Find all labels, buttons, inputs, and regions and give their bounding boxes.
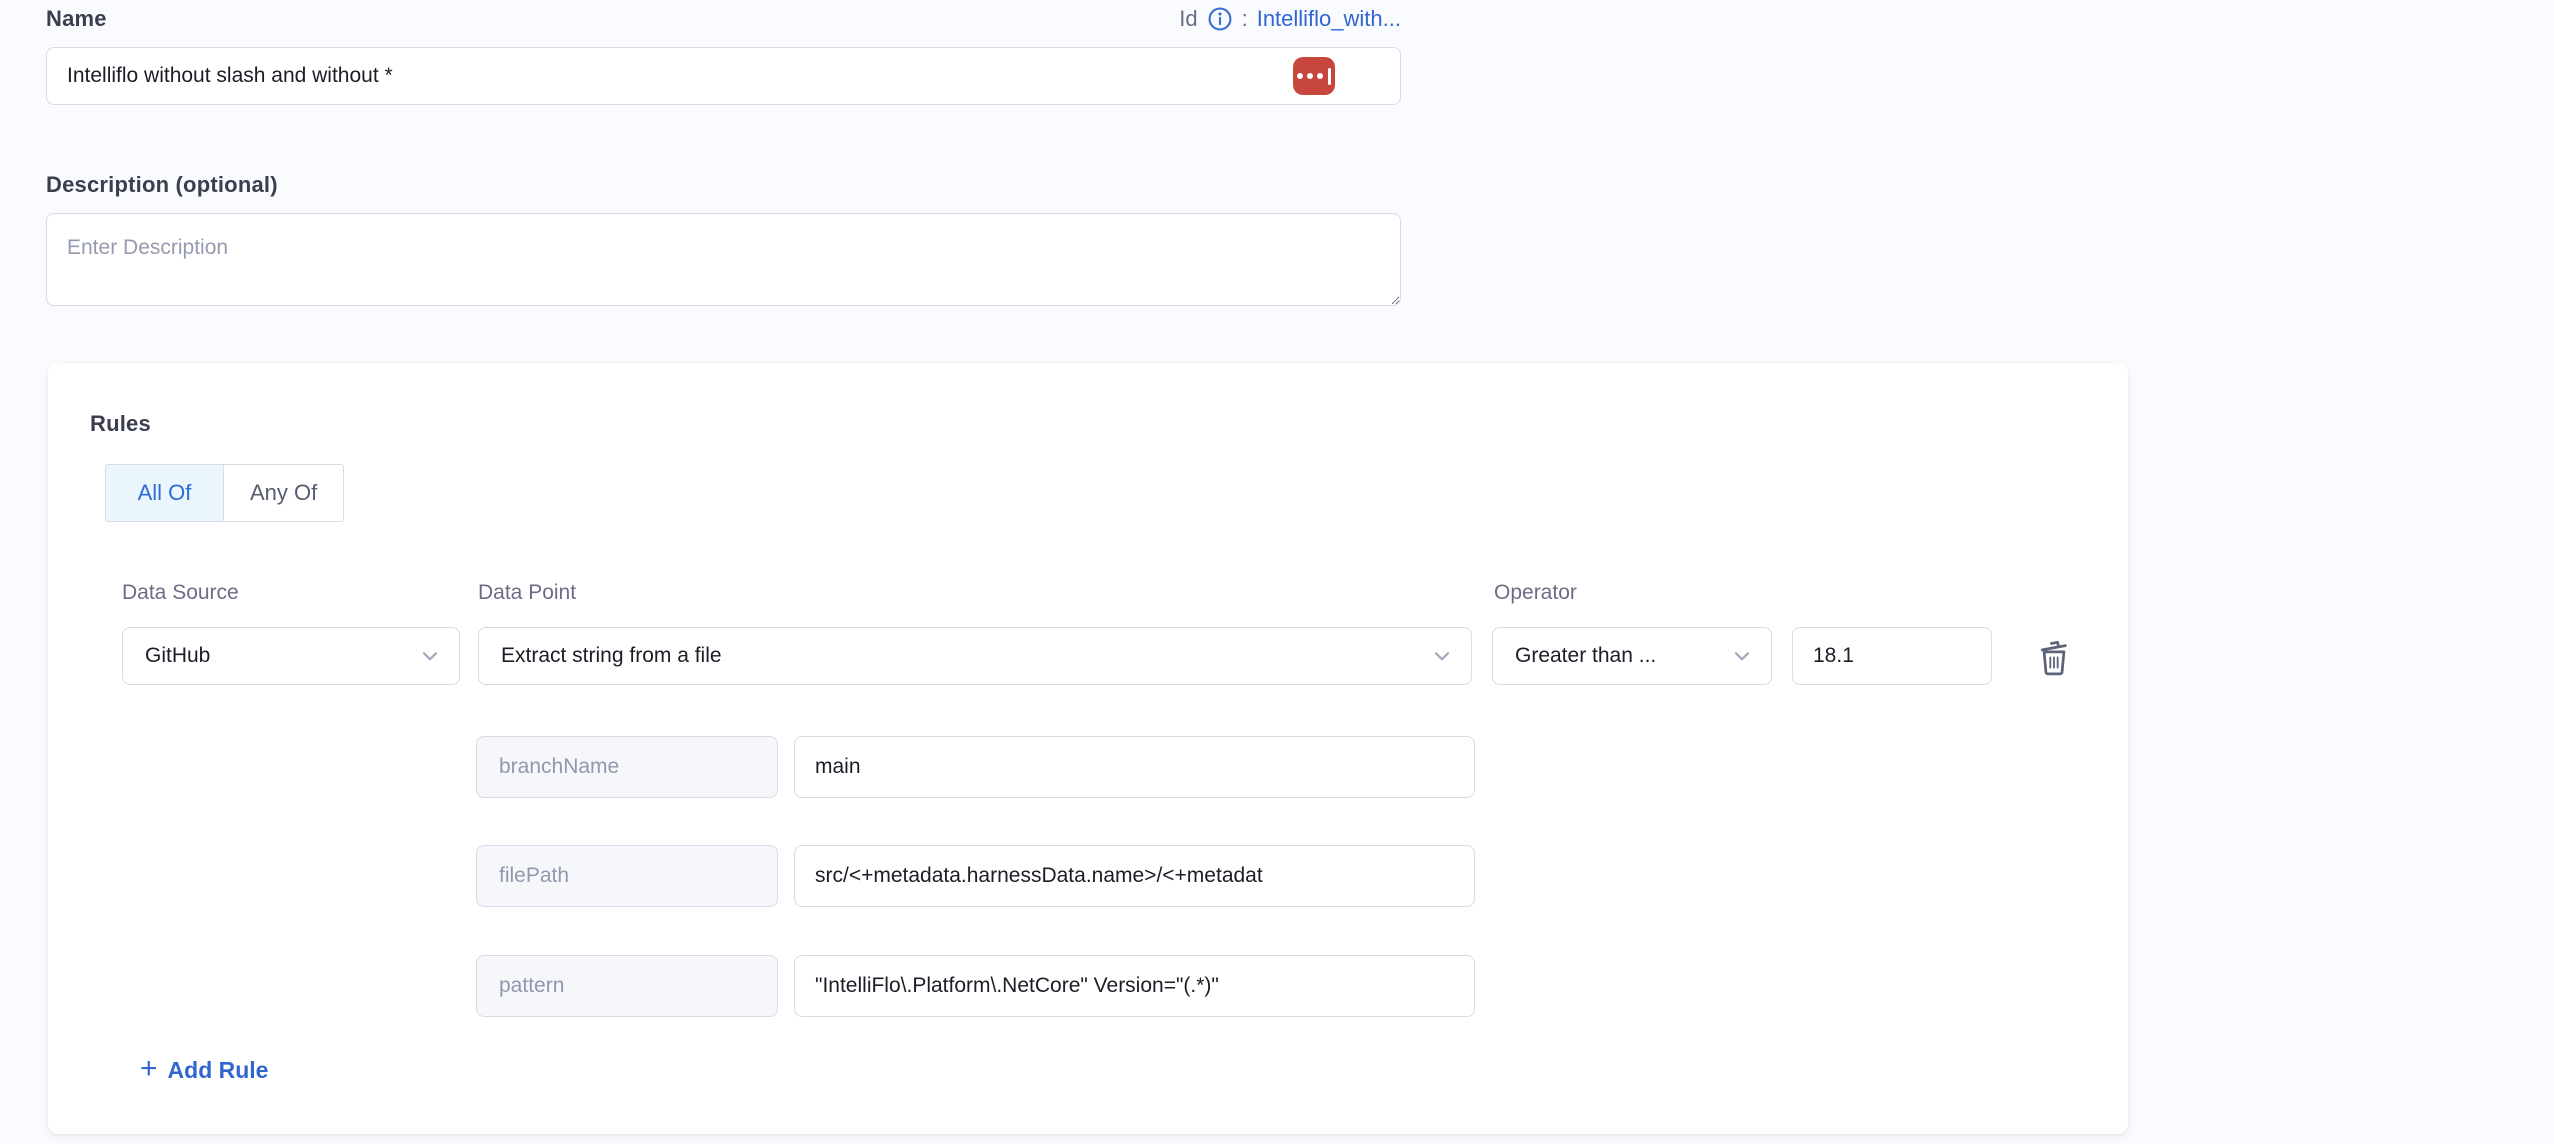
param-value-pattern-input[interactable] xyxy=(794,955,1475,1017)
name-field-header: Name Id : Intelliflo_with... xyxy=(46,6,1401,32)
toggle-all-of[interactable]: All Of xyxy=(106,465,223,521)
param-key-pattern: pattern xyxy=(476,955,778,1017)
delete-rule-button[interactable] xyxy=(2028,633,2080,681)
add-rule-label: Add Rule xyxy=(168,1057,269,1084)
param-key-filepath: filePath xyxy=(476,845,778,907)
data-source-select[interactable]: GitHub xyxy=(122,627,460,685)
data-point-value: Extract string from a file xyxy=(501,644,722,668)
plus-icon: + xyxy=(140,1054,158,1084)
add-rule-button[interactable]: + Add Rule xyxy=(140,1055,268,1085)
description-label: Description (optional) xyxy=(46,172,278,198)
chevron-down-icon xyxy=(1729,643,1755,669)
id-separator: : xyxy=(1242,6,1248,32)
param-value-branchname-input[interactable] xyxy=(794,736,1475,798)
rules-card: Rules All Of Any Of Data Source Data Poi… xyxy=(48,363,2128,1134)
threshold-input[interactable] xyxy=(1792,627,1992,685)
chevron-down-icon xyxy=(1429,643,1455,669)
data-source-value: GitHub xyxy=(145,644,210,668)
id-value-link[interactable]: Intelliflo_with... xyxy=(1257,6,1401,32)
operator-label: Operator xyxy=(1494,581,1577,605)
trash-icon xyxy=(2032,634,2076,680)
name-input-wrapper xyxy=(46,47,1401,105)
data-point-label: Data Point xyxy=(478,581,576,605)
entity-id-row: Id : Intelliflo_with... xyxy=(1179,6,1401,32)
match-mode-toggle: All Of Any Of xyxy=(105,464,344,522)
operator-value: Greater than ... xyxy=(1515,644,1656,668)
data-source-label: Data Source xyxy=(122,581,239,605)
password-manager-icon[interactable] xyxy=(1293,57,1335,95)
description-textarea[interactable] xyxy=(46,213,1401,306)
toggle-any-of[interactable]: Any Of xyxy=(223,465,343,521)
info-icon[interactable] xyxy=(1207,6,1233,32)
name-label: Name xyxy=(46,6,107,32)
param-value-filepath-input[interactable] xyxy=(794,845,1475,907)
name-input[interactable] xyxy=(46,47,1401,105)
operator-select[interactable]: Greater than ... xyxy=(1492,627,1772,685)
chevron-down-icon xyxy=(417,643,443,669)
rules-title: Rules xyxy=(90,411,151,437)
id-label: Id xyxy=(1179,6,1197,32)
param-key-branchname: branchName xyxy=(476,736,778,798)
data-point-select[interactable]: Extract string from a file xyxy=(478,627,1472,685)
